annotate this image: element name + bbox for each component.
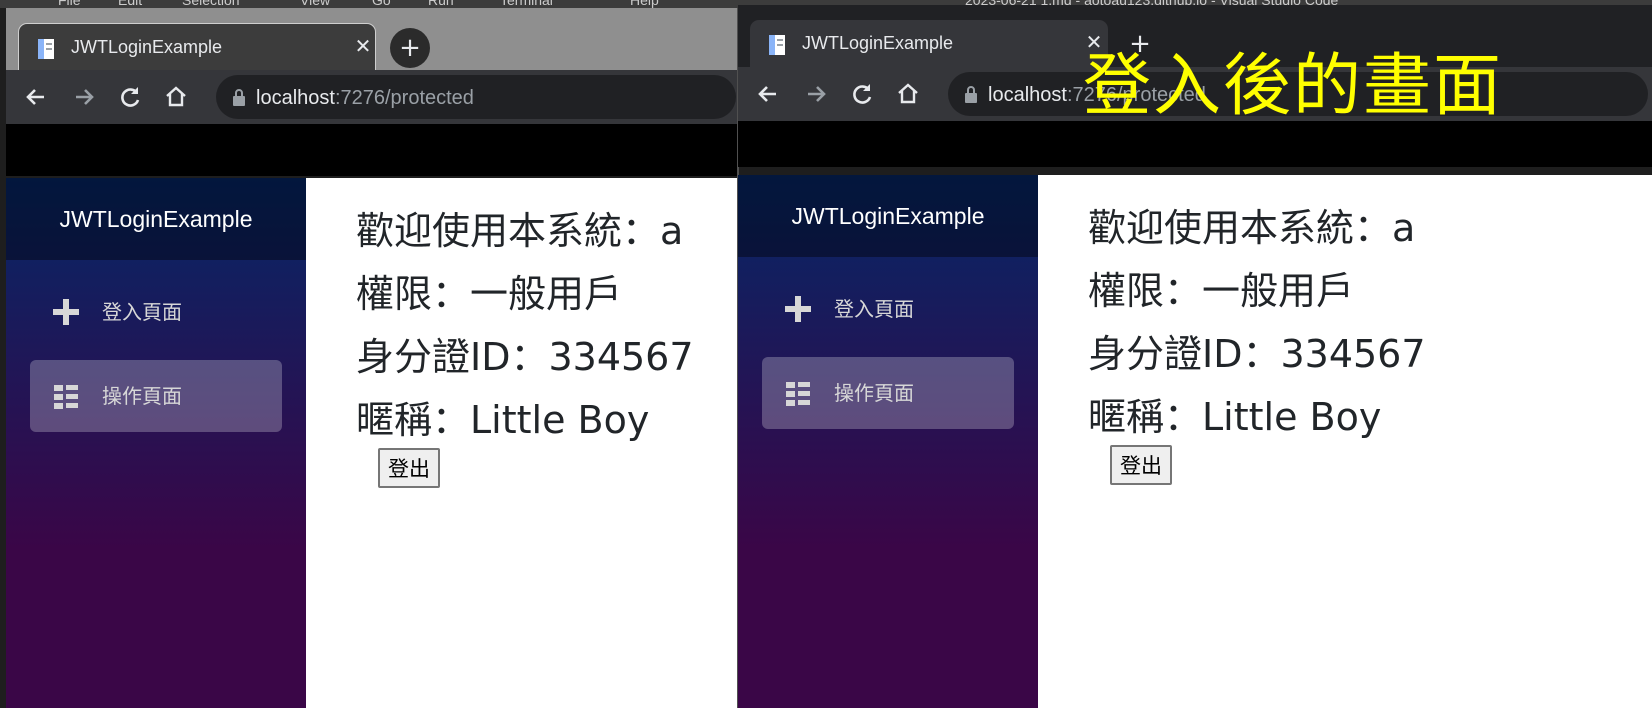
nav-item-login[interactable]: 登入頁面 xyxy=(762,273,1014,345)
nav-item-login[interactable]: 登入頁面 xyxy=(30,276,282,348)
sidebar-brand-row: JWTLoginExample xyxy=(738,175,1038,257)
list-icon xyxy=(54,385,78,409)
vscode-menu-terminal[interactable]: Terminal xyxy=(500,0,553,8)
reload-icon[interactable] xyxy=(846,78,878,110)
reload-icon[interactable] xyxy=(114,81,146,113)
nav-item-label: 操作頁面 xyxy=(834,381,914,405)
role-text: 權限：一般用戶 xyxy=(356,272,623,316)
vscode-menu-selection[interactable]: Selection xyxy=(182,0,240,8)
nav-item-operation[interactable]: 操作頁面 xyxy=(762,357,1014,429)
document-favicon-icon xyxy=(38,39,54,59)
app-page: JWTLoginExample 登入頁面 操作頁面 歡迎使用本系統：a 權限：一… xyxy=(6,178,738,708)
app-brand[interactable]: JWTLoginExample xyxy=(6,178,306,260)
sidebar: JWTLoginExample 登入頁面 操作頁面 xyxy=(6,178,306,708)
tab-strip: JWTLoginExample ✕ + xyxy=(6,8,738,71)
nav-item-label: 登入頁面 xyxy=(834,297,914,321)
lock-icon xyxy=(965,86,977,103)
welcome-text: 歡迎使用本系統：a xyxy=(1088,206,1416,250)
plus-icon xyxy=(53,299,79,325)
url-host: localhost xyxy=(256,87,335,109)
url-path: :7276/protected xyxy=(334,87,474,109)
nickname-text: 暱稱：Little Boy xyxy=(356,398,650,442)
url-text: localhost:7276/protected xyxy=(256,87,474,110)
address-bar[interactable]: localhost:7276/protected xyxy=(216,75,736,119)
lock-icon xyxy=(233,89,245,106)
main-content: 歡迎使用本系統：a 權限：一般用戶 身分證ID：334567 暱稱：Little… xyxy=(306,178,738,708)
url-host: localhost xyxy=(988,84,1067,106)
vscode-menu-view[interactable]: View xyxy=(300,0,330,8)
nav-item-label: 登入頁面 xyxy=(102,300,182,324)
nav-item-operation[interactable]: 操作頁面 xyxy=(30,360,282,432)
id-text: 身分證ID：334567 xyxy=(356,335,694,379)
home-icon[interactable] xyxy=(892,78,924,110)
vscode-menu-edit[interactable]: Edit xyxy=(118,0,142,8)
browser-toolbar: localhost:7276/protected xyxy=(6,70,738,124)
vscode-menu-file[interactable]: File xyxy=(58,0,81,8)
browser-tab[interactable]: JWTLoginExample ✕ xyxy=(750,20,1108,68)
back-icon[interactable] xyxy=(20,81,52,113)
browser-window-left: JWTLoginExample ✕ + localhost:7276/prote… xyxy=(6,8,738,708)
redacted-bookmarks-bar xyxy=(6,124,738,176)
new-tab-button[interactable]: + xyxy=(390,28,430,68)
tab-title: JWTLoginExample xyxy=(802,33,954,53)
nickname-text: 暱稱：Little Boy xyxy=(1088,395,1382,439)
role-text: 權限：一般用戶 xyxy=(1088,269,1355,313)
forward-icon[interactable] xyxy=(800,78,832,110)
main-content: 歡迎使用本系統：a 權限：一般用戶 身分證ID：334567 暱稱：Little… xyxy=(1038,175,1652,708)
list-icon xyxy=(786,382,810,406)
tab-title: JWTLoginExample xyxy=(71,37,223,57)
vscode-menu-help[interactable]: Help xyxy=(630,0,659,8)
home-icon[interactable] xyxy=(160,81,192,113)
vscode-menu-go[interactable]: Go xyxy=(372,0,391,8)
app-page: JWTLoginExample 登入頁面 操作頁面 歡迎使用本系統：a 權限：一… xyxy=(738,175,1652,708)
sidebar: JWTLoginExample 登入頁面 操作頁面 xyxy=(738,175,1038,708)
logout-button[interactable]: 登出 xyxy=(1110,445,1172,485)
tab-close-icon[interactable]: ✕ xyxy=(351,34,375,58)
welcome-text: 歡迎使用本系統：a xyxy=(356,209,684,253)
plus-icon xyxy=(785,296,811,322)
sidebar-brand-row: JWTLoginExample xyxy=(6,178,306,260)
nav-item-label: 操作頁面 xyxy=(102,384,182,408)
forward-icon[interactable] xyxy=(68,81,100,113)
app-brand[interactable]: JWTLoginExample xyxy=(738,175,1038,257)
document-favicon-icon xyxy=(769,35,785,55)
annotation-caption: 登入後的畫面 xyxy=(1083,47,1504,126)
logout-button[interactable]: 登出 xyxy=(378,448,440,488)
browser-tab[interactable]: JWTLoginExample ✕ xyxy=(18,23,376,71)
vscode-menu-run[interactable]: Run xyxy=(428,0,454,8)
id-text: 身分證ID：334567 xyxy=(1088,332,1426,376)
back-icon[interactable] xyxy=(752,78,784,110)
